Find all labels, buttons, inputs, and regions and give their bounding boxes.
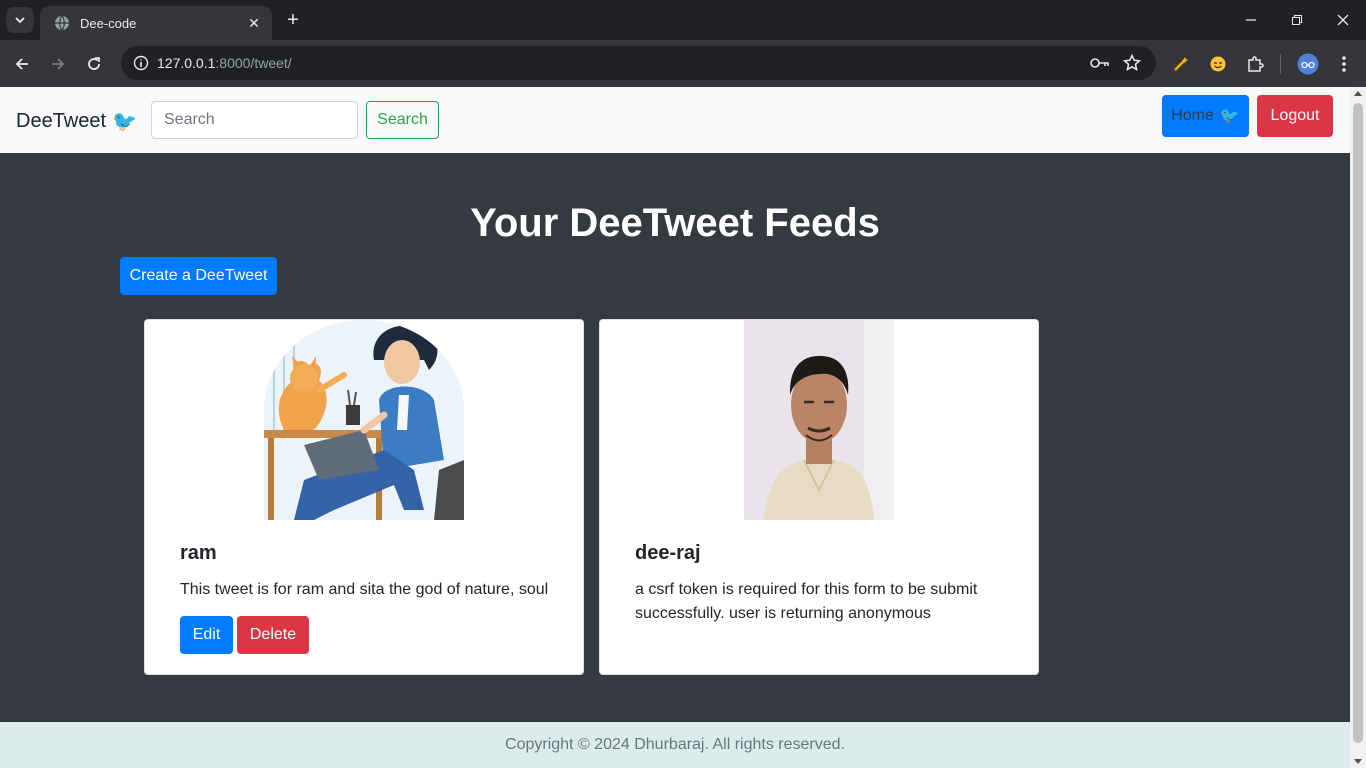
restore-icon (1292, 15, 1302, 25)
info-icon (133, 55, 149, 71)
brand-name: DeeTweet (16, 110, 107, 132)
footer-copyright: Copyright © 2024 Dhurbaraj. All rights r… (505, 736, 845, 753)
search-input[interactable] (151, 101, 358, 139)
search-button[interactable]: Search (366, 101, 439, 139)
key-icon (1090, 58, 1109, 68)
magic-wand-icon (1174, 57, 1188, 71)
tweet-username: dee-raj (635, 542, 701, 564)
home-label: Home (1171, 107, 1214, 124)
logout-button[interactable]: Logout (1257, 95, 1333, 137)
tab-search-button[interactable] (6, 7, 34, 33)
address-bar[interactable]: 127.0.0.1:8000/tweet/ (121, 46, 1156, 80)
brand-link[interactable]: DeeTweet 🐦 (16, 109, 137, 134)
chevron-down-icon (15, 17, 25, 24)
minimize-icon (1246, 19, 1256, 21)
tweet-image (264, 320, 464, 520)
toolbar-separator (1280, 54, 1281, 74)
url-path: :8000/tweet/ (215, 55, 292, 71)
url-host: 127.0.0.1 (157, 55, 216, 71)
edit-button[interactable]: Edit (180, 616, 233, 654)
bird-icon: 🐦 (112, 111, 137, 133)
browser-toolbar: 127.0.0.1:8000/tweet/ (0, 40, 1366, 87)
browser-titlebar: Dee-code ✕ + (0, 0, 1366, 40)
extension-wand-button[interactable] (1169, 52, 1193, 76)
site-navbar: DeeTweet 🐦 Search Home 🐦 Logout (0, 87, 1350, 153)
arrow-right-icon (52, 58, 65, 70)
tweet-username: ram (180, 542, 217, 564)
smiley-icon (1210, 56, 1226, 72)
tab-title: Dee-code (80, 15, 137, 31)
extension-emoji-button[interactable] (1206, 52, 1230, 76)
close-icon (1337, 14, 1349, 26)
tweet-card: dee-raj a csrf token is required for thi… (599, 319, 1039, 675)
new-tab-button[interactable]: + (282, 8, 304, 32)
kebab-menu-icon (1342, 56, 1346, 72)
tweet-card: ram This tweet is for ram and sita the g… (144, 319, 584, 675)
browser-menu-button[interactable] (1332, 52, 1356, 76)
delete-button[interactable]: Delete (237, 616, 309, 654)
browser-tab-active[interactable]: Dee-code ✕ (40, 6, 272, 40)
scroll-down-arrow-icon[interactable] (1354, 759, 1362, 764)
tweet-image (744, 320, 894, 520)
profile-button[interactable] (1296, 52, 1320, 76)
minimize-button[interactable] (1228, 0, 1274, 40)
password-key-button[interactable] (1088, 51, 1112, 75)
page-title: Your DeeTweet Feeds (470, 201, 880, 245)
globe-icon (55, 15, 69, 31)
tweet-text: a csrf token is required for this form t… (635, 581, 978, 622)
home-button[interactable]: Home 🐦 (1162, 95, 1249, 137)
create-tweet-button[interactable]: Create a DeeTweet (120, 257, 277, 295)
bird-icon: 🐦 (1219, 108, 1240, 125)
url-text: 127.0.0.1:8000/tweet/ (157, 55, 292, 71)
reload-icon (88, 57, 100, 70)
tab-close-icon[interactable]: ✕ (246, 15, 262, 32)
reload-button[interactable] (80, 50, 108, 78)
tweet-text: This tweet is for ram and sita the god o… (180, 581, 549, 598)
puzzle-icon (1248, 56, 1264, 72)
close-window-button[interactable] (1320, 0, 1366, 40)
page-scrollbar[interactable] (1350, 87, 1366, 768)
bookmark-button[interactable] (1120, 51, 1144, 75)
scrollbar-thumb[interactable] (1353, 103, 1363, 743)
arrow-left-icon (15, 58, 28, 70)
avatar-icon (1297, 53, 1319, 75)
restore-button[interactable] (1274, 0, 1320, 40)
site-info-button[interactable] (129, 51, 153, 75)
star-icon (1123, 54, 1141, 72)
scroll-up-arrow-icon[interactable] (1354, 91, 1362, 96)
page-viewport: DeeTweet 🐦 Search Home 🐦 Logout Your Dee… (0, 87, 1350, 768)
back-button[interactable] (8, 50, 36, 78)
site-footer: Copyright © 2024 Dhurbaraj. All rights r… (0, 722, 1350, 768)
extensions-button[interactable] (1243, 52, 1267, 76)
forward-button[interactable] (44, 50, 72, 78)
